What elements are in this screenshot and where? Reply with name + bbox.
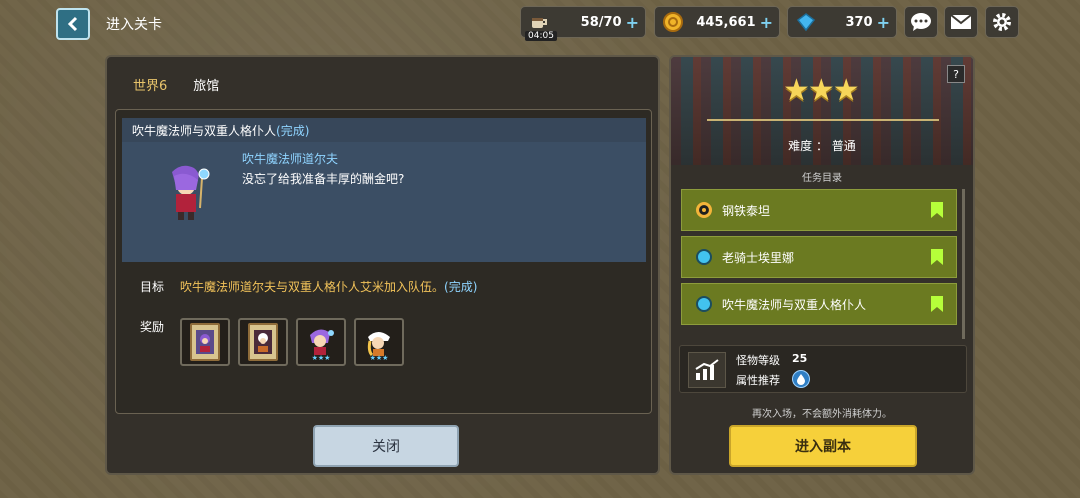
task-scrollbar[interactable] [962, 189, 965, 339]
task-label: 老骑士埃里娜 [722, 250, 795, 265]
reward-item[interactable]: ★★★ [296, 318, 346, 366]
reward-item[interactable]: ★★★ [354, 318, 404, 366]
task-item[interactable]: 吹牛魔法师与双重人格仆人 [681, 283, 957, 325]
chat-bubble-icon [911, 13, 931, 31]
star-rating: ★★★ [369, 354, 389, 362]
page-title: 进入关卡 [106, 17, 162, 33]
settings-button[interactable] [985, 6, 1019, 38]
breadcrumb: 世界6 旅馆 [133, 75, 219, 94]
gold-counter[interactable]: 445,661 + [654, 6, 780, 38]
difficulty-label: 难度 ： 普通 [788, 139, 856, 153]
npc-name: 吹牛魔法师道尔夫 [242, 152, 339, 166]
goal-text: 吹牛魔法师道尔夫与双重人格仆人艾米加入队伍。(完成) [180, 278, 477, 295]
task-item[interactable]: 钢铁泰坦 [681, 189, 957, 231]
star-rating: ★★★ [311, 354, 331, 362]
npc-dialog-text: 没忘了给我准备丰厚的酬金吧? [242, 172, 405, 186]
gear-icon [993, 13, 1011, 31]
monster-level-value: 25 [792, 352, 808, 365]
mail-button[interactable] [944, 6, 978, 38]
add-gold-button[interactable]: + [760, 13, 773, 32]
trend-chart-icon [688, 352, 726, 388]
gold-value: 445,661 [696, 14, 756, 30]
goal-description: 吹牛魔法师道尔夫与双重人格仆人艾米加入队伍。 [180, 280, 445, 294]
hero-card-icon [190, 323, 220, 361]
stamina-timer: 04:05 [525, 31, 557, 41]
enter-dungeon-button[interactable]: 进入副本 [729, 425, 917, 467]
add-stamina-button[interactable]: + [626, 13, 639, 32]
tab-world[interactable]: 世界6 [133, 75, 167, 94]
reentry-note: 再次入场，不会额外消耗体力。 [752, 409, 892, 420]
reward-item[interactable] [180, 318, 230, 366]
quest-title: 吹牛魔法师与双重人格仆人(完成) [122, 118, 646, 142]
tab-inn[interactable]: 旅馆 [193, 75, 219, 94]
water-element-icon [792, 370, 810, 388]
npc-dialog: 吹牛魔法师道尔夫 没忘了给我准备丰厚的酬金吧? [122, 142, 646, 262]
quest-content-box: 吹牛魔法师与双重人格仆人(完成) 吹牛魔法师道尔夫 没忘了给我准备丰厚的酬金吧?… [115, 109, 652, 414]
divider [707, 119, 939, 121]
chat-button[interactable] [904, 6, 938, 38]
reward-label: 奖励 [140, 320, 165, 334]
hero-card-icon [248, 323, 278, 361]
gold-coin-icon [661, 10, 685, 34]
quest-status: (完成) [276, 124, 310, 138]
gem-counter[interactable]: 370 + [787, 6, 897, 38]
task-label: 钢铁泰坦 [722, 203, 771, 218]
stage-star-rating: ★★★ [783, 73, 860, 108]
bookmark-icon [931, 296, 943, 312]
target-icon [696, 202, 712, 218]
reward-item[interactable] [238, 318, 288, 366]
help-button[interactable]: ? [947, 65, 965, 83]
stamina-counter[interactable]: 58/70 + 04:05 [520, 6, 646, 41]
diamond-icon [794, 10, 818, 34]
npc-portrait [162, 162, 218, 222]
goal-label: 目标 [140, 280, 165, 294]
bookmark-icon [931, 202, 943, 218]
goal-status: (完成) [444, 280, 478, 294]
task-item[interactable]: 老骑士埃里娜 [681, 236, 957, 278]
gem-value: 370 [845, 14, 873, 30]
dot-icon [696, 249, 712, 265]
task-directory-title: 任务目录 [802, 173, 842, 184]
back-button[interactable] [56, 8, 90, 40]
stage-info-panel: ? ★★★ 难度 ： 普通 任务目录 钢铁泰坦 老骑士埃里娜 吹牛魔法师与双重人… [669, 55, 975, 475]
chevron-left-icon [67, 16, 78, 32]
mail-icon [950, 14, 972, 29]
quest-detail-panel: 世界6 旅馆 吹牛魔法师与双重人格仆人(完成) 吹牛魔法师道尔夫 没忘了给我准备… [105, 55, 660, 475]
add-gem-button[interactable]: + [877, 13, 890, 32]
stage-stats: 怪物等级 25 属性推荐 [679, 345, 967, 393]
attribute-label: 属性推荐 [736, 374, 780, 387]
monster-level-label: 怪物等级 [736, 354, 780, 367]
close-button[interactable]: 关闭 [313, 425, 459, 467]
dot-icon [696, 296, 712, 312]
reward-list: ★★★ ★★★ [180, 318, 404, 366]
quest-title-text: 吹牛魔法师与双重人格仆人 [132, 124, 277, 138]
task-label: 吹牛魔法师与双重人格仆人 [722, 297, 867, 312]
stamina-value: 58/70 [580, 14, 622, 30]
bookmark-icon [931, 249, 943, 265]
